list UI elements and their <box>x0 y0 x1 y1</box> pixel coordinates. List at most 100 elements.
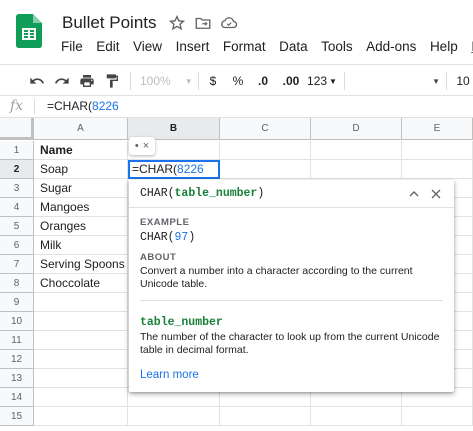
cell-e15[interactable] <box>402 407 473 426</box>
cell-a7[interactable]: Serving Spoons <box>34 255 128 274</box>
help-header: CHAR(table_number) <box>129 180 454 208</box>
print-button[interactable] <box>78 72 96 90</box>
formula-divider <box>34 99 35 114</box>
percent-label: % <box>232 74 244 88</box>
cell-a6[interactable]: Milk <box>34 236 128 255</box>
menu-help[interactable]: Help <box>430 39 458 54</box>
cell-a13[interactable] <box>34 369 128 388</box>
row-header-1[interactable]: 1 <box>0 141 34 160</box>
argument-description: The number of the character to look up f… <box>140 331 440 356</box>
zoom-select[interactable]: 100% ▼ <box>140 72 193 90</box>
close-icon[interactable] <box>428 186 444 202</box>
cell-a14[interactable] <box>34 388 128 407</box>
increase-decimal-button[interactable]: .00 <box>280 72 302 90</box>
cell-a5[interactable]: Oranges <box>34 217 128 236</box>
row-header-5[interactable]: 5 <box>0 217 34 236</box>
cell-e6[interactable] <box>454 236 473 255</box>
cell-e5[interactable] <box>454 217 473 236</box>
column-header-e[interactable]: E <box>402 118 473 140</box>
move-folder-icon[interactable] <box>194 14 212 32</box>
undo-icon <box>30 77 44 84</box>
menu-format[interactable]: Format <box>223 39 266 54</box>
menu-tools[interactable]: Tools <box>321 39 353 54</box>
cell-b15[interactable] <box>128 407 220 426</box>
cell-c15[interactable] <box>220 407 311 426</box>
row-header-13[interactable]: 13 <box>0 369 34 388</box>
menu-file[interactable]: File <box>61 39 83 54</box>
decrease-decimal-button[interactable]: .0 <box>254 72 272 90</box>
formula-input[interactable]: =CHAR(8226 <box>47 99 119 113</box>
cell-e3[interactable] <box>454 179 473 198</box>
cell-e11[interactable] <box>454 331 473 350</box>
menu-data[interactable]: Data <box>279 39 308 54</box>
row-header-6[interactable]: 6 <box>0 236 34 255</box>
cell-c2[interactable] <box>220 160 311 179</box>
cell-a1[interactable]: Name <box>34 141 128 160</box>
cell-e10[interactable] <box>454 312 473 331</box>
learn-more-link[interactable]: Learn more <box>140 369 199 381</box>
row-header-15[interactable]: 15 <box>0 407 34 426</box>
cell-a11[interactable] <box>34 331 128 350</box>
percent-button[interactable]: % <box>231 72 245 90</box>
active-cell-number: 8226 <box>177 162 204 176</box>
menu-bar: File Edit View Insert Format Data Tools … <box>61 39 473 54</box>
cell-d1[interactable] <box>311 141 402 160</box>
row-header-11[interactable]: 11 <box>0 331 34 350</box>
row-header-4[interactable]: 4 <box>0 198 34 217</box>
cell-a10[interactable] <box>34 312 128 331</box>
row-header-10[interactable]: 10 <box>0 312 34 331</box>
currency-label: $ <box>209 74 217 88</box>
document-title[interactable]: Bullet Points <box>62 13 157 33</box>
sheets-logo-icon[interactable] <box>16 14 42 48</box>
active-cell-editor[interactable]: =CHAR(8226 <box>128 160 220 179</box>
row-header-3[interactable]: 3 <box>0 179 34 198</box>
star-icon[interactable] <box>168 14 186 32</box>
row-header-9[interactable]: 9 <box>0 293 34 312</box>
undo-button[interactable] <box>28 72 46 90</box>
cell-a4[interactable]: Mangoes <box>34 198 128 217</box>
more-formats-button[interactable]: 123 ▼ <box>306 72 338 90</box>
row-header-7[interactable]: 7 <box>0 255 34 274</box>
cell-a8[interactable]: Choccolate <box>34 274 128 293</box>
title-bar: Bullet Points File Edit View Insert Form… <box>0 0 473 64</box>
formula-suggestion-chip[interactable]: • × <box>129 137 155 155</box>
paint-format-button[interactable] <box>103 72 121 90</box>
row-header-14[interactable]: 14 <box>0 388 34 407</box>
row-header-8[interactable]: 8 <box>0 274 34 293</box>
cell-e9[interactable] <box>454 293 473 312</box>
cell-c1[interactable] <box>220 141 311 160</box>
menu-insert[interactable]: Insert <box>176 39 210 54</box>
cell-e4[interactable] <box>454 198 473 217</box>
signature-arg: table_number <box>174 187 258 200</box>
cell-a3[interactable]: Sugar <box>34 179 128 198</box>
currency-button[interactable]: $ <box>206 72 220 90</box>
cell-e12[interactable] <box>454 350 473 369</box>
column-header-a[interactable]: A <box>34 118 128 140</box>
menu-addons[interactable]: Add-ons <box>366 39 416 54</box>
cell-a2[interactable]: Soap <box>34 160 128 179</box>
cell-e1[interactable] <box>402 141 473 160</box>
cell-a15[interactable] <box>34 407 128 426</box>
cell-d15[interactable] <box>311 407 402 426</box>
cell-e8[interactable] <box>454 274 473 293</box>
redo-button[interactable] <box>53 72 71 90</box>
help-divider <box>140 300 443 301</box>
cell-a12[interactable] <box>34 350 128 369</box>
font-family-select[interactable]: ▼ <box>350 72 440 90</box>
menu-edit[interactable]: Edit <box>96 39 119 54</box>
chevron-up-icon[interactable] <box>406 186 422 202</box>
cell-d2[interactable] <box>311 160 402 179</box>
column-header-d[interactable]: D <box>311 118 402 140</box>
row-header-2[interactable]: 2 <box>0 160 34 179</box>
cloud-saved-icon[interactable] <box>220 14 238 32</box>
cell-a9[interactable] <box>34 293 128 312</box>
more-formats-dropdown-icon: ▼ <box>329 76 337 86</box>
font-size-select[interactable]: 10 <box>455 72 471 90</box>
chip-close-icon[interactable]: × <box>143 140 149 152</box>
menu-view[interactable]: View <box>133 39 162 54</box>
cell-e7[interactable] <box>454 255 473 274</box>
cell-e2[interactable] <box>402 160 473 179</box>
row-header-12[interactable]: 12 <box>0 350 34 369</box>
select-all-corner[interactable] <box>0 118 34 140</box>
column-header-c[interactable]: C <box>220 118 311 140</box>
